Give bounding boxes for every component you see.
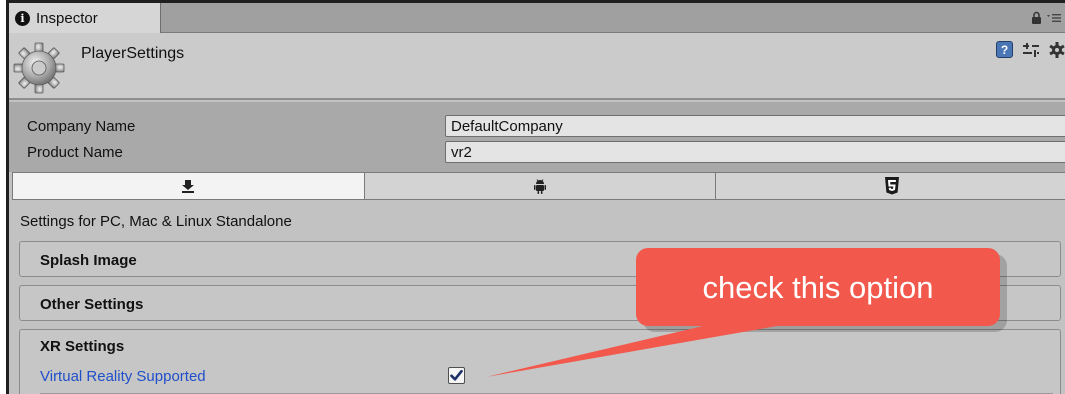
tab-standalone[interactable] <box>13 173 365 199</box>
section-xr-settings-title[interactable]: XR Settings <box>40 338 124 355</box>
tab-inspector[interactable]: i Inspector <box>9 3 161 33</box>
help-icon[interactable]: ? <box>996 41 1013 58</box>
company-name-row: Company Name <box>9 115 1065 139</box>
object-title: PlayerSettings <box>81 45 185 62</box>
vr-supported-label: Virtual Reality Supported <box>40 368 206 385</box>
tab-android[interactable] <box>364 173 717 199</box>
company-name-field[interactable] <box>445 115 1065 137</box>
lock-icon[interactable] <box>1031 11 1042 25</box>
standalone-download-icon <box>182 180 195 193</box>
product-name-row: Product Name <box>9 141 1065 165</box>
info-icon: i <box>15 10 30 26</box>
platform-tabs <box>12 172 1065 200</box>
tab-bar: i Inspector <box>9 3 1065 33</box>
android-icon <box>534 178 546 194</box>
annotation-text: check this option <box>702 270 934 305</box>
product-name-label: Product Name <box>27 144 123 161</box>
company-name-label: Company Name <box>27 118 136 135</box>
tab-menu-icon[interactable] <box>1047 13 1061 23</box>
inspector-window: i Inspector PlayerSettings ? Company Nam… <box>6 0 1065 394</box>
presets-icon[interactable] <box>1022 42 1040 58</box>
inspector-header: PlayerSettings ? <box>9 33 1065 100</box>
html5-icon <box>884 177 899 195</box>
section-xr-settings: XR Settings Virtual Reality Supported <box>19 329 1061 394</box>
product-name-field[interactable] <box>445 141 1065 163</box>
vr-supported-checkbox[interactable] <box>448 367 465 384</box>
section-splash-image-title: Splash Image <box>40 252 137 269</box>
tab-webgl[interactable] <box>716 173 1065 199</box>
tab-inspector-label: Inspector <box>36 9 98 27</box>
settings-gear-icon <box>13 42 65 94</box>
header-icons: ? <box>996 41 1065 58</box>
checkmark-icon <box>450 369 463 381</box>
section-other-settings-title: Other Settings <box>40 296 144 313</box>
identity-fields: Company Name Product Name <box>9 102 1065 172</box>
tab-controls <box>1031 11 1061 25</box>
settings-for-heading: Settings for PC, Mac & Linux Standalone <box>20 213 292 230</box>
component-menu-gear-icon[interactable] <box>1049 41 1065 58</box>
